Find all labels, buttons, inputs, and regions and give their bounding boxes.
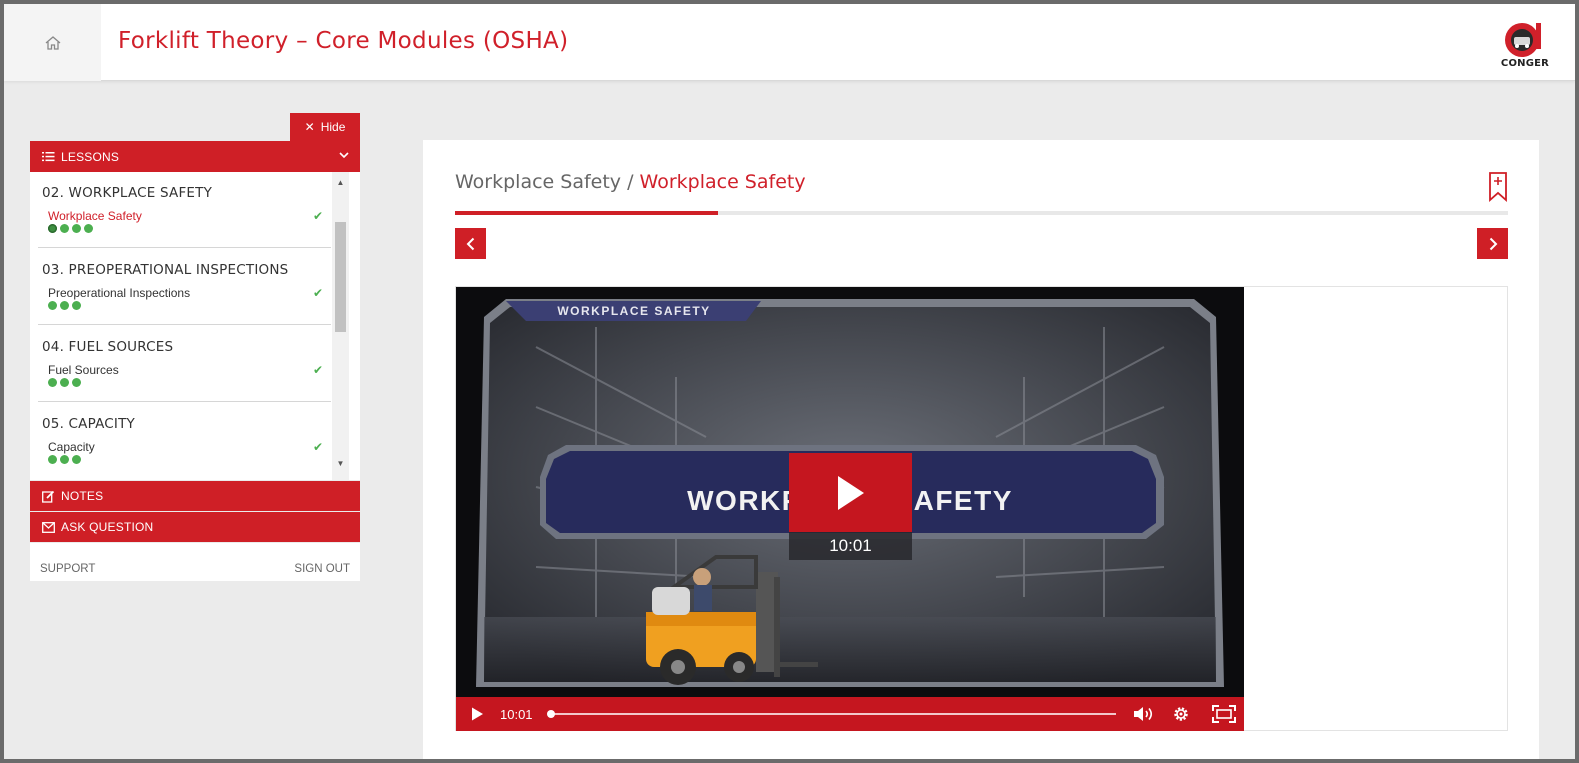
hide-sidebar-button[interactable]: ✕ Hide <box>290 113 360 141</box>
settings-gear-icon[interactable] <box>1172 705 1190 723</box>
sign-out-link[interactable]: SIGN OUT <box>294 563 350 575</box>
video-controls-bar: 10:01 <box>456 697 1244 731</box>
progress-dots <box>48 224 93 233</box>
complete-check-icon: ✔ <box>312 363 323 377</box>
lesson-item-link[interactable]: Fuel Sources <box>48 363 119 377</box>
breadcrumb-parent[interactable]: Workplace Safety <box>455 171 621 193</box>
home-button[interactable] <box>4 4 101 81</box>
progress-dot <box>60 224 69 233</box>
edit-icon <box>42 490 55 503</box>
complete-check-icon: ✔ <box>312 440 323 454</box>
lesson-title: 02. WORKPLACE SAFETY <box>42 185 213 201</box>
complete-check-icon: ✔ <box>312 209 323 223</box>
next-page-button[interactable] <box>1477 228 1508 259</box>
progress-dot <box>84 224 93 233</box>
chevron-right-icon <box>1489 237 1497 250</box>
lesson-list: 02. WORKPLACE SAFETY Workplace Safety ✔ … <box>30 172 360 480</box>
progress-dot <box>72 378 81 387</box>
scroll-up-arrow-icon[interactable]: ▲ <box>336 178 345 188</box>
video-player[interactable]: WORKPLACE SAFETY WORKPLACE SAFETY 10:01 … <box>456 287 1244 731</box>
lesson-group: 02. WORKPLACE SAFETY Workplace Safety ✔ <box>38 172 331 248</box>
close-icon: ✕ <box>304 120 315 134</box>
video-current-time: 10:01 <box>500 707 533 722</box>
progress-dot <box>48 455 57 464</box>
video-seek-bar[interactable] <box>547 710 1116 718</box>
notes-button[interactable]: NOTES <box>30 481 360 511</box>
complete-check-icon: ✔ <box>312 286 323 300</box>
top-header: Forklift Theory – Core Modules (OSHA) CO… <box>4 4 1575 81</box>
previous-page-button[interactable] <box>455 228 486 259</box>
progress-dot <box>48 224 57 233</box>
progress-dots <box>48 455 81 464</box>
app-window: Forklift Theory – Core Modules (OSHA) CO… <box>0 0 1579 763</box>
lesson-scrollbar[interactable]: ▲ ▼ <box>332 172 349 480</box>
progress-dot <box>72 224 81 233</box>
progress-dot <box>48 301 57 310</box>
scroll-thumb[interactable] <box>335 222 346 332</box>
bookmark-add-icon[interactable] <box>1488 172 1508 202</box>
breadcrumb-current: Workplace Safety <box>639 171 806 193</box>
course-title: Forklift Theory – Core Modules (OSHA) <box>118 28 569 54</box>
hide-label: Hide <box>320 120 346 134</box>
progress-dots <box>48 301 81 310</box>
lesson-progress-fill <box>455 211 719 215</box>
progress-dot <box>72 455 81 464</box>
scroll-down-arrow-icon[interactable]: ▼ <box>336 459 345 469</box>
logo-wordmark: CONGER <box>1500 58 1550 69</box>
video-play-overlay-button[interactable] <box>789 453 912 532</box>
chevron-left-icon <box>466 237 474 250</box>
progress-dot <box>72 301 81 310</box>
lessons-label: LESSONS <box>61 149 120 164</box>
lesson-title: 04. FUEL SOURCES <box>42 339 174 355</box>
lesson-title: 05. CAPACITY <box>42 416 135 432</box>
lesson-content-card: Workplace Safety / Workplace Safety WORK… <box>423 140 1539 759</box>
lesson-group: 04. FUEL SOURCES Fuel Sources ✔ <box>38 326 331 402</box>
fullscreen-icon[interactable] <box>1212 705 1236 723</box>
chevron-down-icon <box>339 152 349 159</box>
volume-icon[interactable] <box>1132 705 1156 723</box>
video-duration-badge: 10:01 <box>789 532 912 560</box>
lesson-progress-bar <box>455 211 1508 215</box>
lesson-item-link[interactable]: Capacity <box>48 440 95 454</box>
video-seek-knob[interactable] <box>547 710 555 718</box>
progress-dot <box>60 455 69 464</box>
notes-label: NOTES <box>61 489 104 503</box>
home-icon <box>45 35 60 50</box>
play-icon[interactable] <box>470 706 484 722</box>
ask-question-button[interactable]: ASK QUESTION <box>30 512 360 542</box>
lesson-title: 03. PREOPERATIONAL INSPECTIONS <box>42 262 289 278</box>
progress-dot <box>60 378 69 387</box>
progress-dots <box>48 378 81 387</box>
sidebar-footer: SUPPORT SIGN OUT <box>30 543 360 581</box>
list-icon <box>42 152 55 162</box>
breadcrumb: Workplace Safety / Workplace Safety <box>455 171 806 193</box>
envelope-icon <box>42 521 55 533</box>
lessons-toggle[interactable]: LESSONS <box>30 141 360 172</box>
play-icon <box>837 475 864 510</box>
lesson-item-link[interactable]: Preoperational Inspections <box>48 286 190 300</box>
video-container: WORKPLACE SAFETY WORKPLACE SAFETY 10:01 … <box>455 286 1508 731</box>
lesson-group: 03. PREOPERATIONAL INSPECTIONS Preoperat… <box>38 249 331 325</box>
ask-question-label: ASK QUESTION <box>61 520 154 534</box>
support-link[interactable]: SUPPORT <box>40 563 95 575</box>
lesson-group: 05. CAPACITY Capacity ✔ <box>38 403 331 479</box>
breadcrumb-separator: / <box>621 171 640 193</box>
progress-dot <box>60 301 69 310</box>
lesson-item-link[interactable]: Workplace Safety <box>48 209 142 223</box>
video-top-banner: WORKPLACE SAFETY <box>557 304 710 318</box>
progress-dot <box>48 378 57 387</box>
